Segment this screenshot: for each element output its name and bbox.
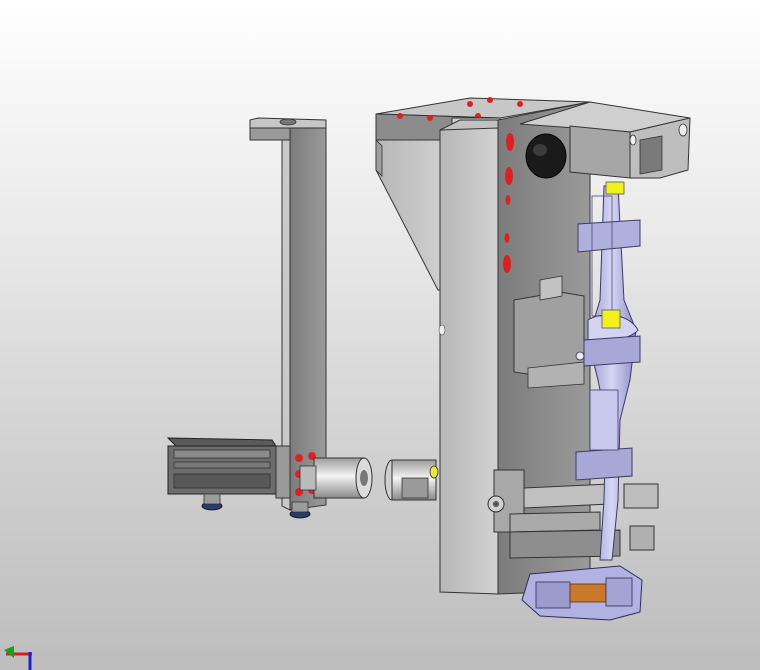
hole-marker xyxy=(505,167,513,185)
cad-model-drawing[interactable] xyxy=(0,0,760,670)
yellow-fitting xyxy=(605,181,625,195)
orange-seal xyxy=(569,583,607,603)
y-axis-icon xyxy=(4,646,14,658)
yellow-fitting xyxy=(601,309,621,329)
hole-marker xyxy=(503,255,511,273)
hole-marker xyxy=(506,133,514,151)
hole-marker xyxy=(504,233,510,243)
coupling[interactable] xyxy=(384,459,439,501)
hole-marker xyxy=(295,454,303,462)
orientation-triad xyxy=(4,646,32,670)
black-knob[interactable] xyxy=(525,133,567,179)
cad-viewport[interactable] xyxy=(0,0,760,670)
hole-marker xyxy=(505,195,511,205)
bottom-connector[interactable] xyxy=(521,565,643,621)
